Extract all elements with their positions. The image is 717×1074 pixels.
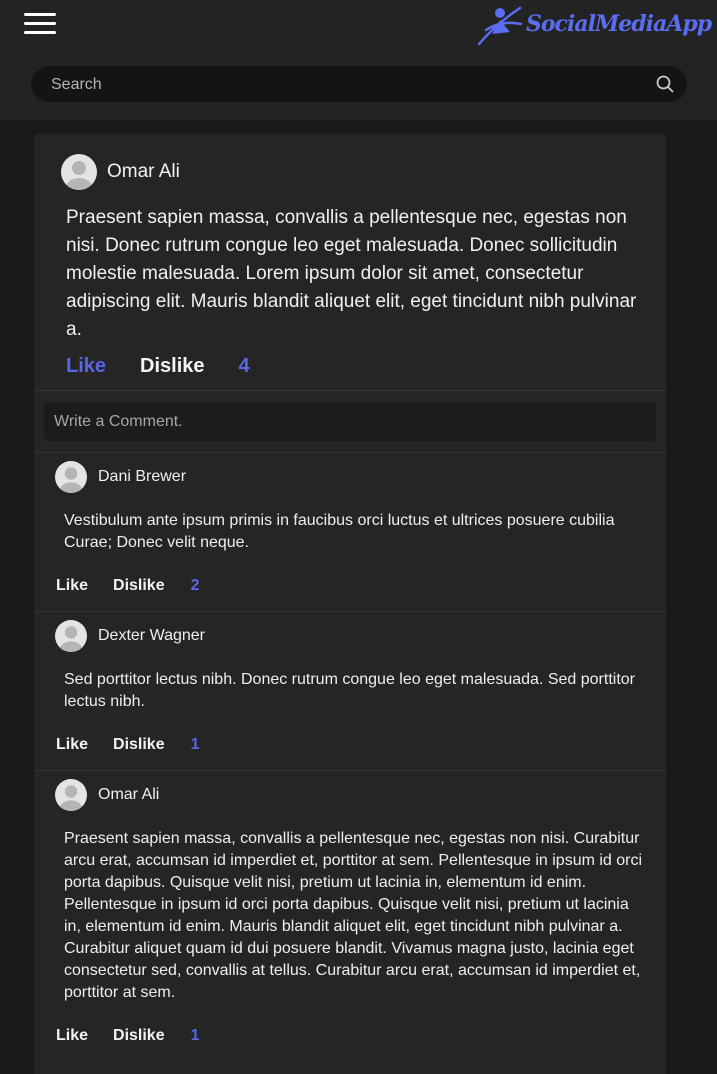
logo-text: SocialMediaApp [526,11,712,37]
comment-like-count: 1 [190,736,200,753]
comment-dislike-button[interactable]: Dislike [113,577,165,595]
comment-author-name[interactable]: Dani Brewer [98,468,186,486]
comment-body: Sed porttitor lectus nibh. Donec rutrum … [64,671,635,710]
avatar-icon[interactable] [55,461,87,493]
comment-like-count: 2 [190,577,200,594]
comment-author: Dani Brewer [55,461,186,493]
comment-item: Dani Brewer Vestibulum ante ipsum primis… [34,453,666,611]
logo-icon [477,6,523,46]
comment-dislike-button[interactable]: Dislike [113,1027,165,1045]
comment-like-button[interactable]: Like [56,577,88,595]
top-header: SocialMediaApp [0,0,717,120]
post-actions: Like Dislike 4 [66,355,250,378]
comment-like-count: 1 [190,1027,200,1044]
post-author: Omar Ali [61,154,180,190]
comment-like-button[interactable]: Like [56,1027,88,1045]
app-logo[interactable]: SocialMediaApp [476,2,712,48]
avatar-icon[interactable] [55,779,87,811]
comment-author-name[interactable]: Dexter Wagner [98,627,205,645]
comment-input[interactable] [44,402,656,441]
hamburger-menu-icon[interactable] [24,13,56,35]
search-input[interactable] [49,66,643,104]
comment-author: Dexter Wagner [55,620,205,652]
post-like-count: 4 [238,355,250,377]
avatar-icon[interactable] [55,620,87,652]
comment-like-button[interactable]: Like [56,736,88,754]
comment-author: Omar Ali [55,779,159,811]
post-like-button[interactable]: Like [66,355,106,378]
post-card: Omar Ali Praesent sapien massa, convalli… [34,134,666,1074]
avatar-icon[interactable] [61,154,97,190]
comment-actions: Like Dislike 2 [56,577,200,595]
post-dislike-button[interactable]: Dislike [140,355,204,378]
comment-item: Dexter Wagner Sed porttitor lectus nibh.… [34,612,666,770]
divider [34,390,666,391]
comment-author-name[interactable]: Omar Ali [98,786,159,804]
comment-actions: Like Dislike 1 [56,736,200,754]
post-body: Praesent sapien massa, convallis a pelle… [66,207,637,340]
comment-actions: Like Dislike 1 [56,1027,200,1045]
search-icon[interactable] [656,75,674,93]
post-author-name[interactable]: Omar Ali [107,161,180,183]
search-bar [31,66,687,104]
comment-body: Vestibulum ante ipsum primis in faucibus… [64,512,615,551]
comment-body: Praesent sapien massa, convallis a pelle… [64,830,643,1001]
comment-item: Omar Ali Praesent sapien massa, convalli… [34,771,666,1071]
comment-dislike-button[interactable]: Dislike [113,736,165,754]
